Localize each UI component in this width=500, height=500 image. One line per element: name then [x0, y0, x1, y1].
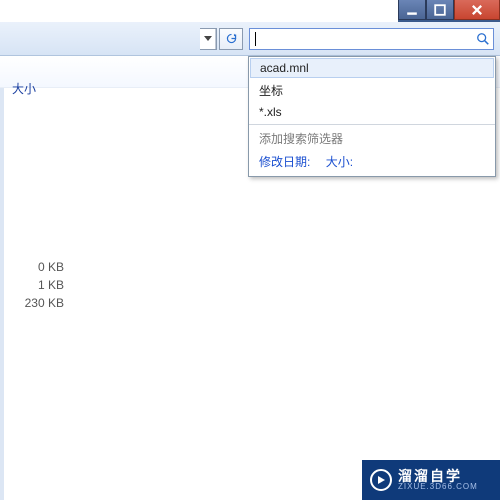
column-header-size[interactable]: 大小: [12, 80, 36, 97]
maximize-button[interactable]: [426, 0, 454, 20]
text-cursor: [255, 32, 256, 46]
play-icon: [370, 469, 392, 491]
filter-hint: 添加搜索筛选器: [249, 127, 495, 150]
file-size: 0 KB: [14, 258, 64, 276]
search-input[interactable]: [250, 29, 473, 49]
search-suggestions: acad.mnl 坐标 *.xls 添加搜索筛选器 修改日期: 大小:: [248, 56, 496, 177]
separator: [249, 124, 495, 125]
suggestion-item[interactable]: 坐标: [249, 79, 495, 102]
search-box[interactable]: [249, 28, 494, 50]
suggestion-item[interactable]: *.xls: [249, 102, 495, 122]
address-bar-end[interactable]: [200, 28, 217, 50]
filter-date[interactable]: 修改日期:: [259, 155, 310, 169]
refresh-button[interactable]: [219, 28, 243, 50]
address-dropdown[interactable]: [200, 29, 216, 49]
suggestion-item[interactable]: acad.mnl: [250, 58, 494, 78]
filter-size[interactable]: 大小:: [326, 155, 353, 169]
watermark-title: 溜溜自学: [398, 469, 478, 483]
file-size: 1 KB: [14, 276, 64, 294]
minimize-button[interactable]: [398, 0, 426, 20]
file-size: 230 KB: [14, 294, 64, 312]
search-icon[interactable]: [473, 32, 493, 46]
close-button[interactable]: [454, 0, 500, 20]
file-size-column: 0 KB 1 KB 230 KB: [14, 258, 64, 312]
watermark-sub: ZIXUE.3D66.COM: [398, 483, 478, 491]
watermark: 溜溜自学 ZIXUE.3D66.COM: [362, 460, 500, 500]
